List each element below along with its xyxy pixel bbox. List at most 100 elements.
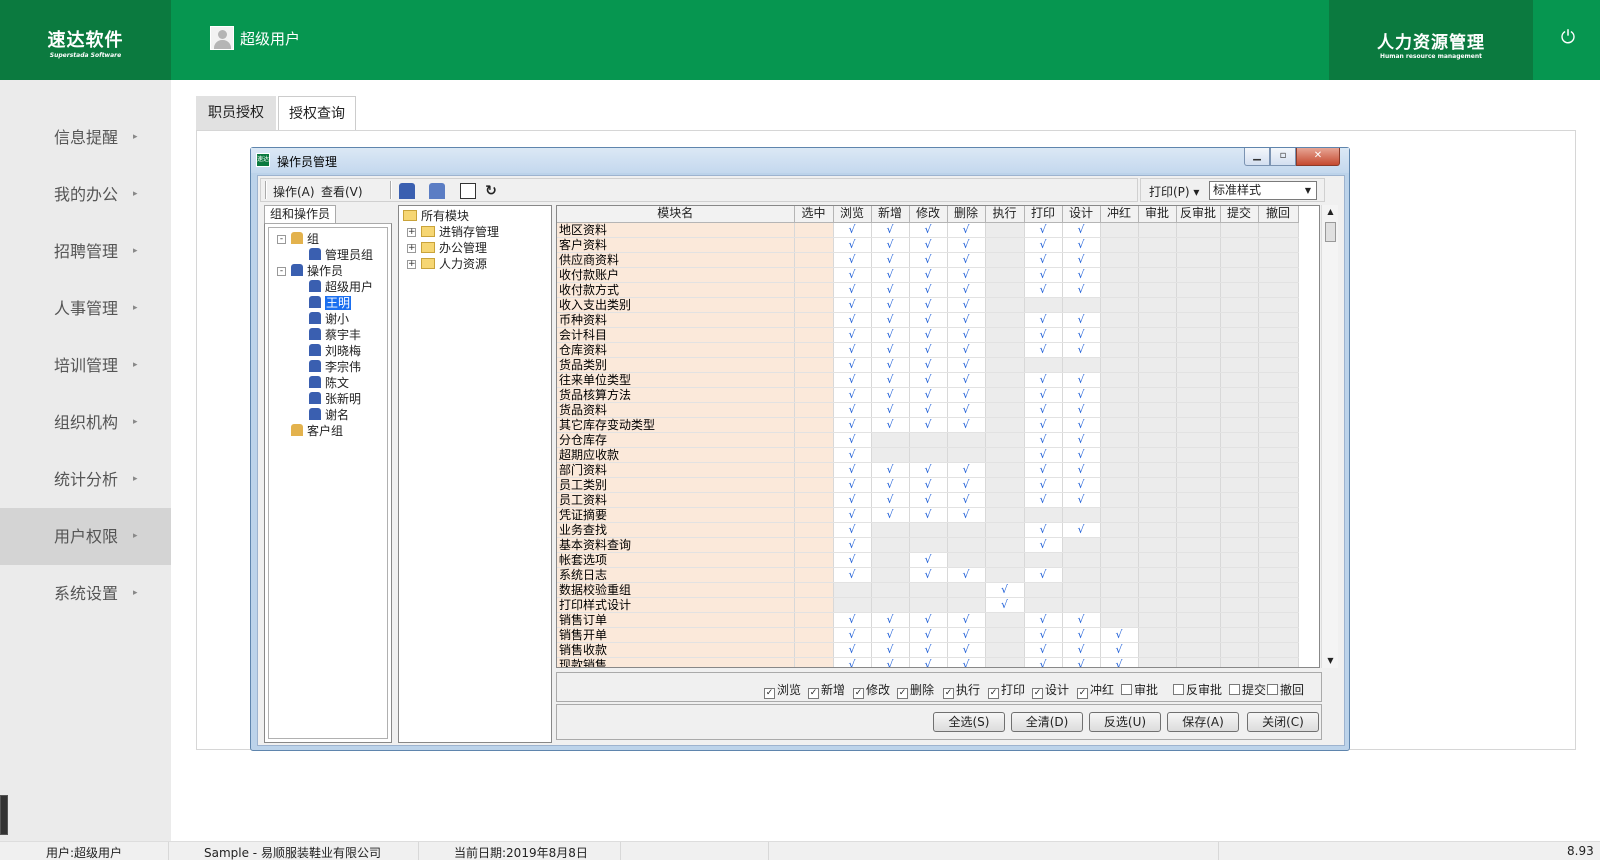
column-header[interactable]: 提交 — [1220, 206, 1259, 223]
table-row[interactable]: 往来单位类型 √ √ √ √ √ √ — [557, 372, 1299, 388]
permission-cell[interactable]: √ — [909, 552, 948, 568]
permission-cell[interactable] — [985, 507, 1025, 523]
sidebar-item[interactable]: 用户权限 ▸ — [0, 508, 171, 565]
permission-cell[interactable]: √ — [1024, 432, 1063, 448]
permission-cell[interactable] — [1138, 222, 1177, 238]
permission-cell[interactable]: √ — [1024, 642, 1063, 658]
permission-cell[interactable] — [985, 327, 1025, 343]
permission-cell[interactable] — [1176, 537, 1221, 553]
permission-cell[interactable] — [1100, 312, 1139, 328]
table-row[interactable]: 员工类别 √ √ √ √ √ √ — [557, 477, 1299, 493]
group-node[interactable]: 组 — [291, 232, 319, 247]
permission-cell[interactable] — [947, 447, 986, 463]
permission-cell[interactable]: √ — [833, 222, 872, 238]
permission-cell[interactable]: √ — [947, 312, 986, 328]
permission-cell[interactable] — [1100, 612, 1139, 628]
permission-cell[interactable]: √ — [909, 462, 948, 478]
permission-cell[interactable] — [985, 537, 1025, 553]
table-row[interactable]: 收入支出类别 √ √ √ √ — [557, 297, 1299, 313]
select-all-button[interactable]: 全选(S) — [933, 712, 1005, 732]
permission-cell[interactable] — [1220, 252, 1259, 268]
permission-cell[interactable] — [1138, 342, 1177, 358]
permission-cell[interactable] — [1100, 417, 1139, 433]
permission-cell[interactable]: √ — [947, 657, 986, 667]
permission-cell[interactable] — [1100, 357, 1139, 373]
permission-cell[interactable]: √ — [1062, 432, 1101, 448]
permission-cell[interactable] — [1220, 642, 1259, 658]
permission-cell[interactable]: √ — [947, 417, 986, 433]
permission-cell[interactable] — [1100, 537, 1139, 553]
permission-cell[interactable] — [1100, 372, 1139, 388]
checkbox-checked-icon[interactable]: ✓ — [764, 688, 775, 699]
permission-cell[interactable]: √ — [1024, 477, 1063, 493]
permission-cell[interactable] — [985, 387, 1025, 403]
select-cell[interactable] — [794, 342, 834, 358]
table-row[interactable]: 部门资料 √ √ √ √ √ √ — [557, 462, 1299, 478]
permission-cell[interactable] — [1138, 627, 1177, 643]
checkbox-checked-icon[interactable]: ✓ — [1077, 688, 1088, 699]
permission-cell[interactable] — [1258, 237, 1299, 253]
permission-cell[interactable]: √ — [909, 357, 948, 373]
permission-cell[interactable]: √ — [909, 342, 948, 358]
permission-cell[interactable]: √ — [1024, 657, 1063, 667]
operator-node[interactable]: 李宗伟 — [309, 360, 361, 375]
permission-cell[interactable]: √ — [833, 612, 872, 628]
permission-cell[interactable]: √ — [947, 372, 986, 388]
operator-node[interactable]: 陈文 — [309, 376, 349, 391]
sidebar-item[interactable]: 组织机构 ▸ — [0, 394, 171, 451]
operator-node[interactable]: 谢名 — [309, 408, 349, 423]
permission-cell[interactable] — [1138, 252, 1177, 268]
permission-cell[interactable]: √ — [833, 267, 872, 283]
permission-cell[interactable] — [1176, 612, 1221, 628]
permission-cell[interactable] — [1258, 312, 1299, 328]
permission-cell[interactable] — [985, 522, 1025, 538]
permission-cell[interactable] — [1138, 462, 1177, 478]
permission-checkbox[interactable]: ✓ 浏览 — [764, 681, 801, 699]
column-header[interactable]: 冲红 — [1100, 206, 1139, 223]
sidebar-item[interactable]: 统计分析 ▸ — [0, 451, 171, 508]
permission-cell[interactable]: √ — [871, 267, 910, 283]
permission-checkbox[interactable]: ✓ 新增 — [808, 681, 845, 699]
permission-cell[interactable]: √ — [833, 387, 872, 403]
table-row[interactable]: 会计科目 √ √ √ √ √ √ — [557, 327, 1299, 343]
sidebar-item[interactable]: 信息提醒 ▸ — [0, 109, 171, 166]
operator-node[interactable]: 管理员组 — [309, 248, 373, 263]
permission-cell[interactable] — [909, 597, 948, 613]
permission-cell[interactable]: √ — [833, 282, 872, 298]
permission-cell[interactable] — [1100, 252, 1139, 268]
permission-cell[interactable] — [1138, 597, 1177, 613]
permission-cell[interactable] — [1138, 372, 1177, 388]
permission-cell[interactable] — [909, 522, 948, 538]
permission-cell[interactable]: √ — [871, 237, 910, 253]
operator-node[interactable]: 谢小 — [309, 312, 349, 327]
permission-cell[interactable] — [1024, 582, 1063, 598]
permission-checkbox[interactable]: ✓ 打印 — [988, 681, 1025, 699]
permission-cell[interactable]: √ — [871, 612, 910, 628]
add-user-icon[interactable] — [399, 183, 415, 199]
permission-cell[interactable]: √ — [833, 552, 872, 568]
select-cell[interactable] — [794, 312, 834, 328]
permission-cell[interactable] — [947, 582, 986, 598]
permission-cell[interactable]: √ — [909, 612, 948, 628]
permission-cell[interactable]: √ — [909, 222, 948, 238]
permission-cell[interactable]: √ — [833, 642, 872, 658]
permission-cell[interactable] — [985, 612, 1025, 628]
table-row[interactable]: 超期应收款 √ √ √ — [557, 447, 1299, 463]
permission-cell[interactable] — [1220, 597, 1259, 613]
permission-cell[interactable] — [1220, 402, 1259, 418]
permission-cell[interactable] — [1176, 477, 1221, 493]
permission-cell[interactable]: √ — [909, 642, 948, 658]
permission-cell[interactable]: √ — [947, 342, 986, 358]
permission-cell[interactable]: √ — [871, 627, 910, 643]
permission-cell[interactable] — [1176, 582, 1221, 598]
permission-cell[interactable] — [1100, 447, 1139, 463]
permission-cell[interactable] — [871, 522, 910, 538]
checkbox-empty-icon[interactable] — [1267, 684, 1278, 695]
permission-cell[interactable] — [1220, 372, 1259, 388]
permission-cell[interactable] — [1100, 342, 1139, 358]
permission-cell[interactable] — [1220, 447, 1259, 463]
permission-cell[interactable]: √ — [909, 627, 948, 643]
operator-node[interactable]: 超级用户 — [309, 280, 373, 295]
permission-cell[interactable] — [1176, 267, 1221, 283]
permission-cell[interactable] — [1138, 417, 1177, 433]
